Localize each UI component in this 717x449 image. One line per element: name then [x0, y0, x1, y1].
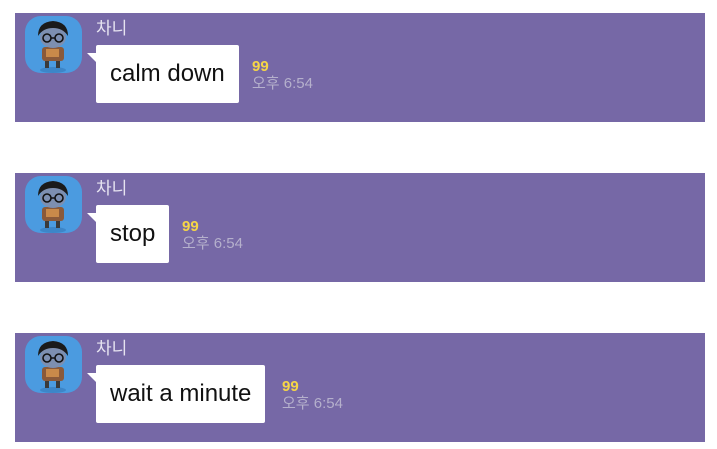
chat-message-panel: 차니 calm down 99 오후 6:54 — [15, 13, 705, 122]
message-bubble[interactable]: calm down — [87, 45, 239, 103]
chat-message-panel: 차니 wait a minute 99 오후 6:54 — [15, 333, 705, 442]
unread-count: 99 — [282, 378, 299, 395]
unread-count: 99 — [252, 58, 269, 75]
chat-message-panel: 차니 stop 99 오후 6:54 — [15, 173, 705, 282]
unread-count: 99 — [182, 218, 199, 235]
timestamp: 오후 6:54 — [282, 395, 343, 412]
sender-name: 차니 — [96, 339, 128, 359]
message-meta: 99 오후 6:54 — [182, 219, 243, 253]
character-avatar-icon[interactable] — [25, 176, 82, 233]
message-meta: 99 오후 6:54 — [282, 379, 343, 413]
timestamp: 오후 6:54 — [182, 235, 243, 252]
sender-name: 차니 — [96, 19, 128, 39]
character-avatar-icon[interactable] — [25, 16, 82, 73]
message-bubble[interactable]: wait a minute — [86, 365, 266, 423]
message-bubble[interactable]: stop — [86, 205, 170, 263]
character-avatar-icon[interactable] — [25, 336, 82, 393]
message-meta: 99 오후 6:54 — [252, 59, 313, 93]
timestamp: 오후 6:54 — [252, 75, 313, 92]
sender-name: 차니 — [96, 179, 128, 199]
